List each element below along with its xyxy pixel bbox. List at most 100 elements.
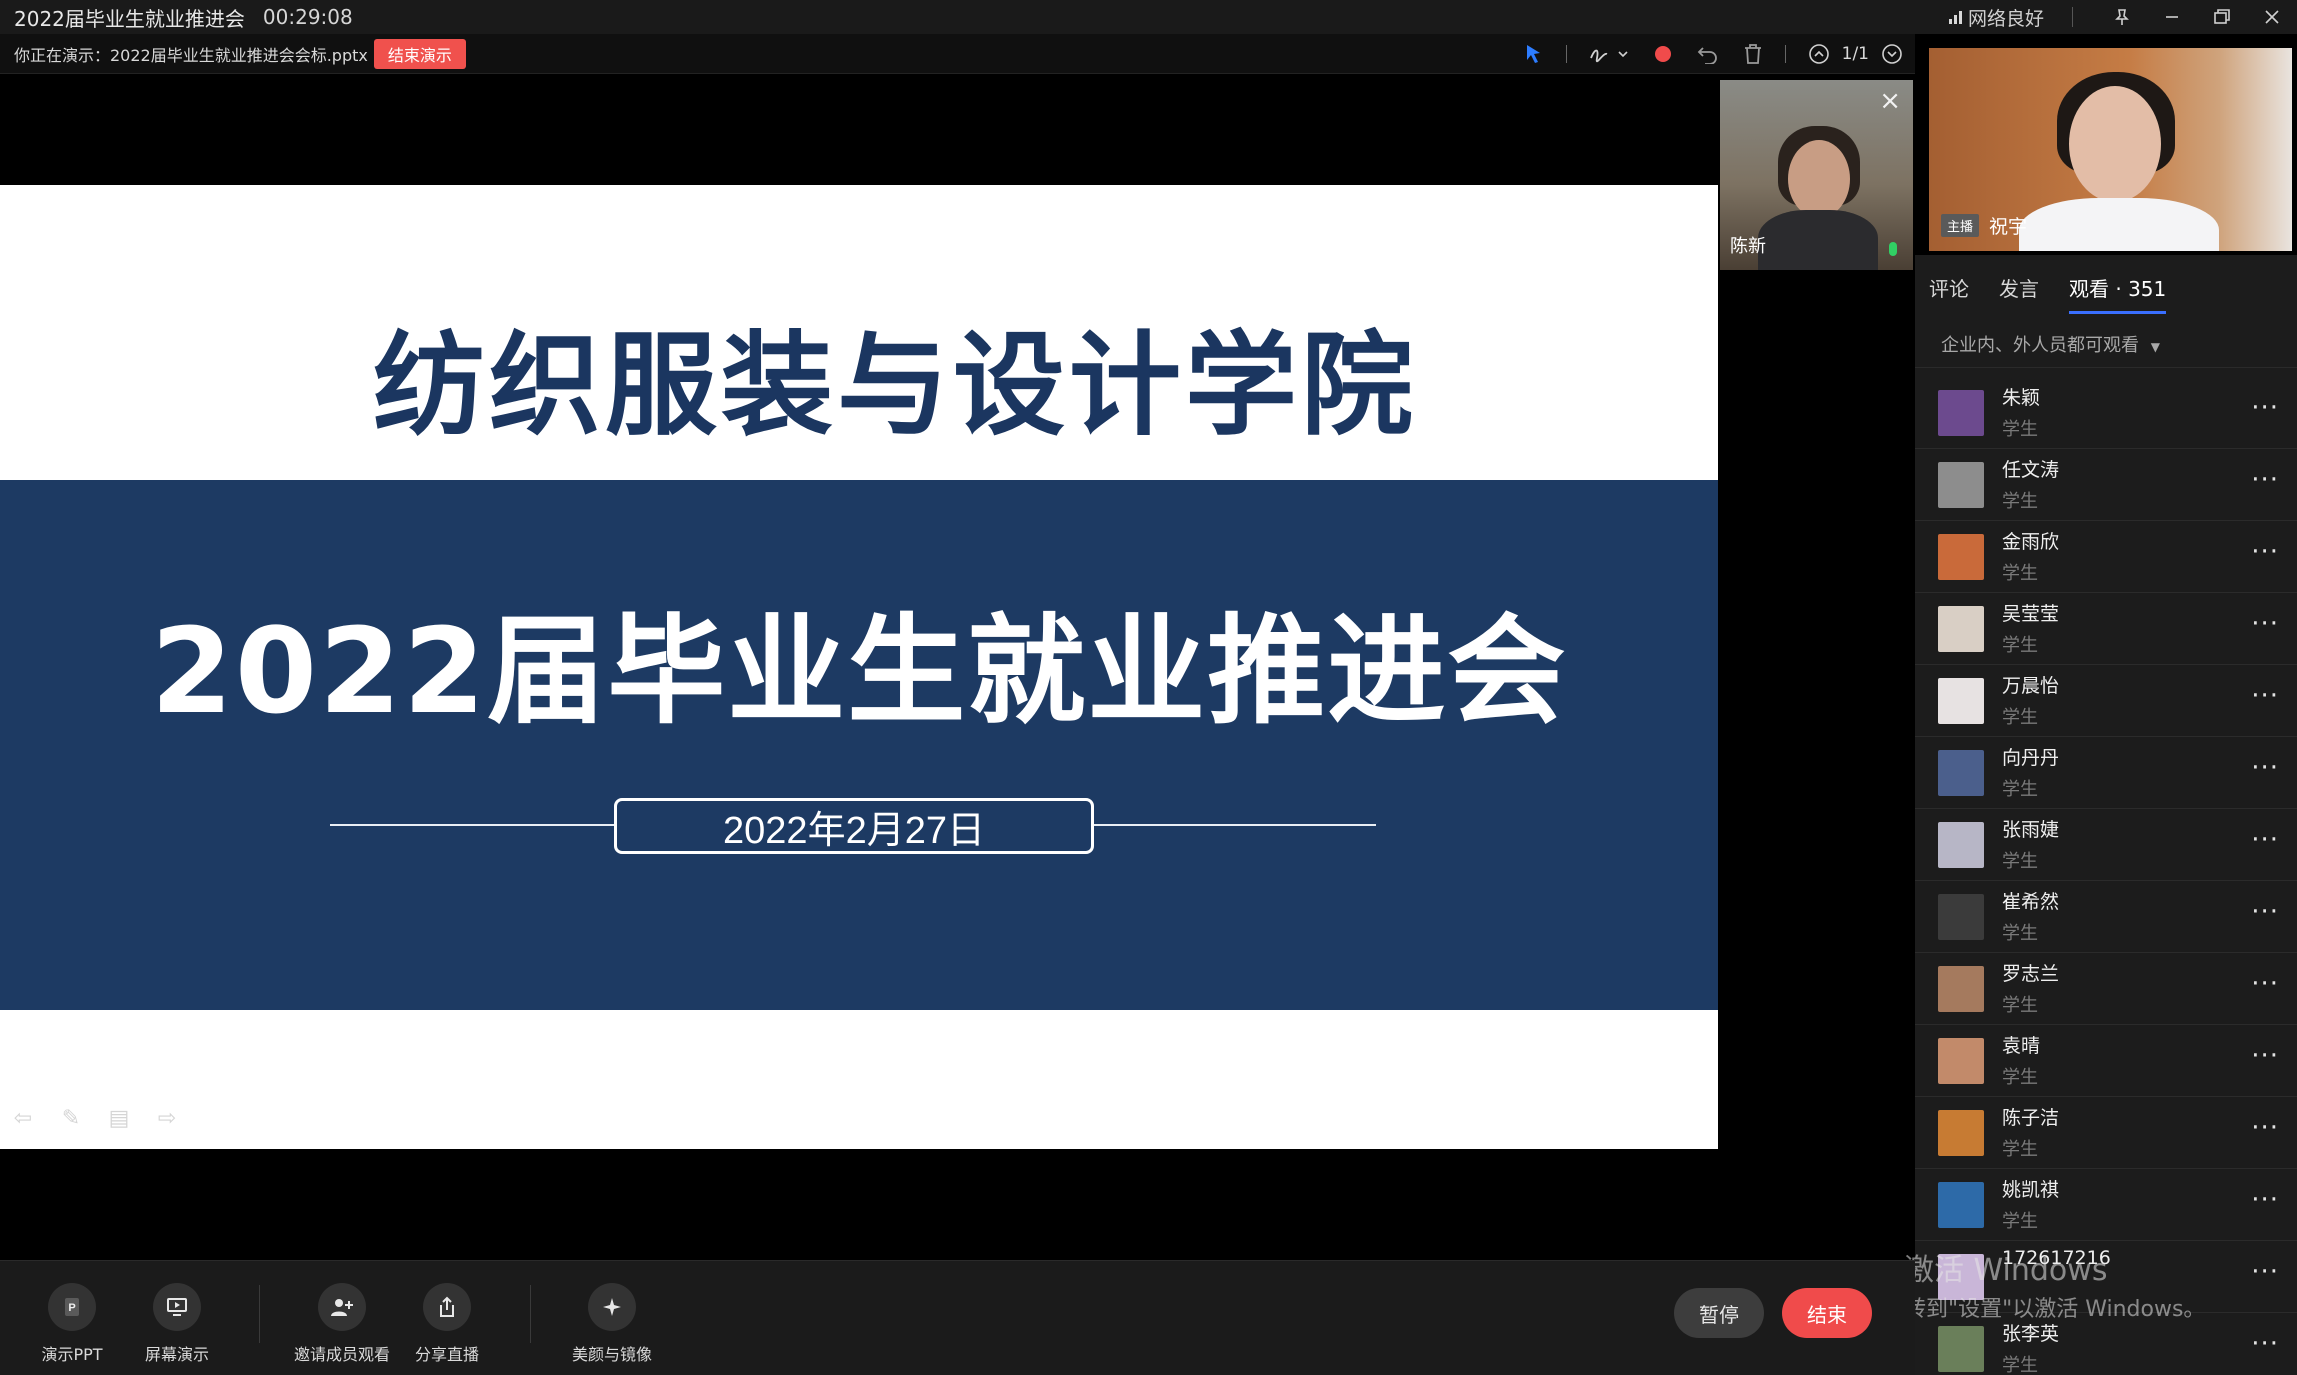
bottom-toolbar: P 演示PPT 屏幕演示 邀请成员观看 分享直播 美颜与镜像 暂停 结束: [0, 1260, 1915, 1375]
viewer-role: 学生: [2002, 707, 2038, 728]
beauty-mirror-label: 美颜与镜像: [571, 1345, 652, 1364]
more-options-icon[interactable]: ···: [2251, 1113, 2279, 1143]
screen-share-label: 屏幕演示: [144, 1345, 209, 1364]
viewer-name: 张雨婕: [2002, 819, 2060, 841]
viewer-list-item[interactable]: 罗志兰 学生 ···: [1915, 953, 2297, 1025]
viewer-list-item[interactable]: 任文涛 学生 ···: [1915, 449, 2297, 521]
slide-pen-icon[interactable]: ✎: [56, 1106, 86, 1131]
add-user-icon: [318, 1283, 366, 1331]
host-name: 祝宇: [1989, 216, 2028, 238]
more-options-icon[interactable]: ···: [2251, 1041, 2279, 1071]
viewer-role: 学生: [2002, 635, 2038, 656]
more-options-icon[interactable]: ···: [2251, 681, 2279, 711]
more-options-icon[interactable]: ···: [2251, 969, 2279, 999]
slide-title-band: 2022届毕业生就业推进会 2022年2月27日: [0, 480, 1718, 1010]
viewer-name: 陈子洁: [2002, 1107, 2060, 1129]
viewer-role: 学生: [2002, 1067, 2038, 1088]
invite-button[interactable]: 邀请成员观看: [292, 1283, 392, 1365]
viewer-list-item[interactable]: 张李英学生 ···: [1915, 1313, 2297, 1375]
slide-next-icon[interactable]: ⇨: [152, 1106, 182, 1131]
viewer-list-item[interactable]: 吴莹莹 学生 ···: [1915, 593, 2297, 665]
viewer-list-item[interactable]: 姚凯祺 学生 ···: [1915, 1169, 2297, 1241]
slide-school-name: 纺织服装与设计学院: [373, 321, 1417, 451]
viewer-name: 崔希然: [2002, 891, 2060, 913]
title-bar: 2022届毕业生就业推进会 00:29:08 网络良好: [0, 0, 2297, 34]
slide: 纺织服装与设计学院 2022届毕业生就业推进会 2022年2月27日 ⇦ ✎ ▤…: [0, 185, 1718, 1149]
chevron-down-icon: ▼: [2150, 340, 2160, 354]
viewer-role: 学生: [2002, 1211, 2038, 1232]
beauty-mirror-button[interactable]: 美颜与镜像: [562, 1283, 662, 1365]
more-options-icon[interactable]: ···: [2251, 1329, 2279, 1359]
pointer-icon[interactable]: [1524, 34, 1544, 74]
tab-watch[interactable]: 观看 · 351: [2069, 273, 2167, 314]
delete-icon[interactable]: [1743, 34, 1763, 74]
close-icon[interactable]: [2247, 0, 2297, 34]
visibility-dropdown[interactable]: 企业内、外人员都可观看 ▼: [1941, 331, 2160, 357]
viewer-role: 学生: [2002, 419, 2038, 440]
invite-label: 邀请成员观看: [293, 1345, 390, 1364]
pin-icon[interactable]: [2097, 0, 2147, 34]
share-icon: [423, 1283, 471, 1331]
more-options-icon[interactable]: ···: [2251, 609, 2279, 639]
avatar: [1938, 966, 1984, 1012]
restore-icon[interactable]: [2197, 0, 2247, 34]
avatar: [1938, 1110, 1984, 1156]
avatar: [1938, 1182, 1984, 1228]
network-status: 网络良好: [1948, 4, 2044, 31]
prev-page-icon[interactable]: [1808, 34, 1830, 74]
more-options-icon[interactable]: ···: [2251, 897, 2279, 927]
more-options-icon[interactable]: ···: [2251, 1185, 2279, 1215]
viewer-name: 172617216: [2002, 1247, 2111, 1269]
tab-speak[interactable]: 发言: [1999, 273, 2039, 302]
avatar: [1938, 822, 1984, 868]
host-role-badge: 主播: [1941, 214, 1980, 237]
viewer-list-item[interactable]: 朱颖学生 ···: [1915, 377, 2297, 449]
viewer-role: 学生: [2002, 1355, 2038, 1375]
more-options-icon[interactable]: ···: [2251, 753, 2279, 783]
pause-button[interactable]: 暂停: [1674, 1288, 1764, 1338]
more-options-icon[interactable]: ···: [2251, 393, 2279, 423]
close-video-icon[interactable]: ×: [1879, 86, 1901, 116]
viewer-list-item[interactable]: 张雨婕学生 ···: [1915, 809, 2297, 881]
viewer-list-item[interactable]: 向丹丹 学生 ···: [1915, 737, 2297, 809]
viewer-list-item[interactable]: 陈子洁 学生 ···: [1915, 1097, 2297, 1169]
minimize-icon[interactable]: [2147, 0, 2197, 34]
viewer-list-item[interactable]: 万晨怡学生 ···: [1915, 665, 2297, 737]
record-icon[interactable]: [1653, 34, 1673, 74]
participant-video-tile[interactable]: × 陈新: [1720, 80, 1913, 270]
more-options-icon[interactable]: ···: [2251, 537, 2279, 567]
slide-menu-icon[interactable]: ▤: [104, 1106, 134, 1131]
more-options-icon[interactable]: ···: [2251, 465, 2279, 495]
viewer-list-item[interactable]: 172617216 ···: [1915, 1241, 2297, 1313]
viewer-role: 学生: [2002, 851, 2038, 872]
more-options-icon[interactable]: ···: [2251, 1257, 2279, 1287]
end-presentation-button[interactable]: 结束演示: [373, 38, 466, 69]
viewer-name: 万晨怡: [2002, 675, 2060, 697]
viewer-name: 朱颖: [2002, 387, 2041, 409]
window-title: 2022届毕业生就业推进会: [14, 6, 245, 31]
viewer-name: 金雨欣: [2002, 531, 2060, 553]
presenting-file-label: 你正在演示：2022届毕业生就业推进会会标.pptx: [14, 45, 368, 65]
side-panel: 评论 发言 观看 · 351 企业内、外人员都可观看 ▼ 朱颖 学生 ··· 任文涛学…: [1915, 255, 2297, 1375]
present-ppt-button[interactable]: P 演示PPT: [22, 1283, 122, 1365]
viewer-list-item[interactable]: 金雨欣 学生 ···: [1915, 521, 2297, 593]
host-video[interactable]: 主播 祝宇: [1929, 48, 2292, 251]
avatar: [1938, 534, 1984, 580]
date-divider-right: [1092, 824, 1376, 826]
avatar: [1938, 750, 1984, 796]
page-indicator: 1/1: [1841, 44, 1869, 64]
more-options-icon[interactable]: ···: [2251, 825, 2279, 855]
pen-icon[interactable]: [1589, 34, 1629, 74]
tab-comment[interactable]: 评论: [1929, 273, 1969, 302]
avatar: [1938, 894, 1984, 940]
next-page-icon[interactable]: [1881, 34, 1903, 74]
screen-share-button[interactable]: 屏幕演示: [127, 1283, 227, 1365]
undo-icon[interactable]: [1697, 34, 1719, 74]
slide-prev-icon[interactable]: ⇦: [8, 1106, 38, 1131]
viewer-name: 张李英: [2002, 1323, 2060, 1345]
viewer-list-item[interactable]: 崔希然 学生 ···: [1915, 881, 2297, 953]
end-button[interactable]: 结束: [1782, 1288, 1872, 1338]
slide-date: 2022年2月27日: [614, 798, 1094, 854]
share-live-button[interactable]: 分享直播: [397, 1283, 497, 1365]
viewer-list-item[interactable]: 袁晴 学生 ···: [1915, 1025, 2297, 1097]
